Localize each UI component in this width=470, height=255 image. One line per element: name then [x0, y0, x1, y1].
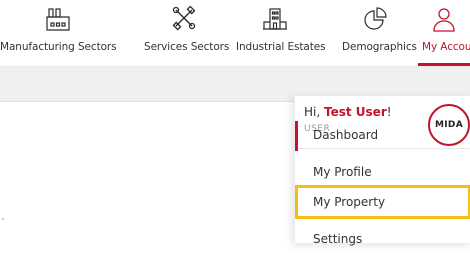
nav-item-services-sectors[interactable]: Services Sectors: [136, 0, 231, 66]
menu-item-my-profile[interactable]: My Profile: [295, 157, 470, 187]
industrial-building-icon: [263, 8, 287, 30]
greeting-prefix: Hi,: [304, 105, 324, 119]
nav-label: My Accoun: [422, 41, 470, 53]
nav-label: Services Sectors: [144, 41, 230, 53]
nav-label: Industrial Estates: [236, 41, 326, 53]
nav-label: Manufacturing Sectors: [0, 41, 117, 53]
menu-item-label: My Profile: [313, 165, 372, 179]
divider: [2, 218, 4, 220]
menu-item-my-property[interactable]: My Property: [295, 185, 470, 219]
pie-chart-icon: [364, 7, 387, 30]
nav-item-my-account[interactable]: My Accoun: [418, 0, 470, 66]
account-dropdown-menu: Hi, Test User! USER MIDA Dashboard My Pr…: [294, 96, 470, 246]
nav-item-industrial-estates[interactable]: Industrial Estates: [236, 0, 326, 66]
menu-item-label: Settings: [313, 232, 363, 246]
user-name: Test User: [324, 105, 387, 119]
menu-item-label: Dashboard: [313, 128, 379, 142]
nav-item-manufacturing-sectors[interactable]: Manufacturing Sectors: [0, 0, 117, 66]
nav-item-demographics[interactable]: Demographics: [338, 0, 417, 66]
nav-label: Demographics: [342, 41, 417, 53]
tools-icon: [172, 6, 195, 31]
greeting-suffix: !: [386, 105, 392, 119]
user-icon: [433, 8, 455, 32]
menu-item-label: My Property: [313, 195, 386, 209]
factory-icon: [46, 8, 70, 31]
menu-item-dashboard[interactable]: Dashboard: [295, 121, 470, 151]
menu-item-settings[interactable]: Settings: [295, 225, 470, 255]
active-tab-underline: [418, 63, 470, 66]
top-navigation: Manufacturing Sectors Services Sectors I…: [0, 0, 470, 67]
user-greeting: Hi, Test User!: [304, 105, 392, 119]
